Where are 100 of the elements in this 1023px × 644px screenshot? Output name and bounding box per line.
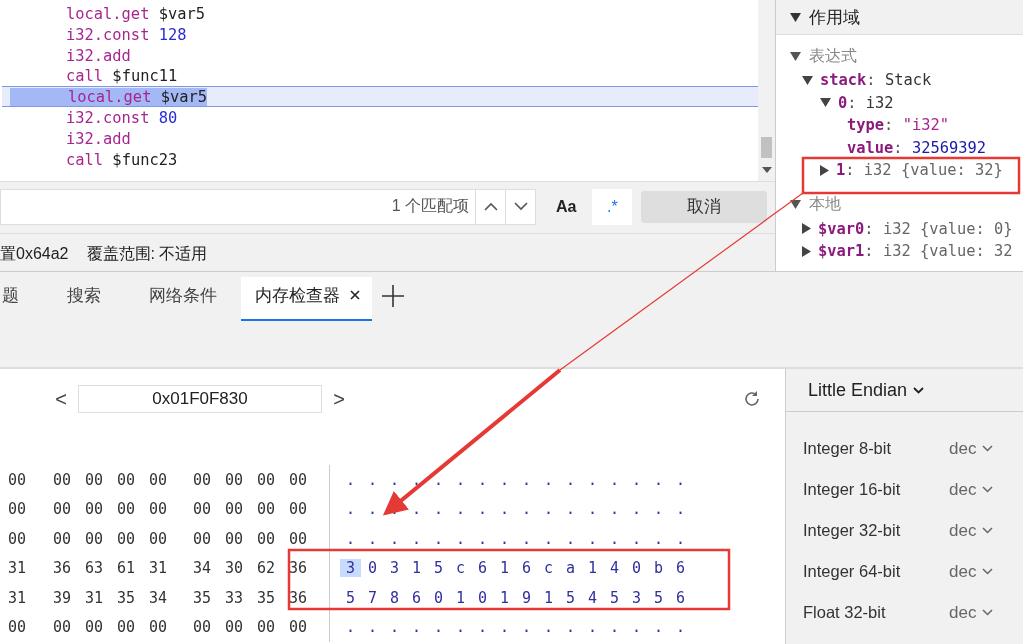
- property-text: type: "i32": [847, 116, 949, 135]
- byte-value: 00: [85, 470, 105, 489]
- close-icon[interactable]: [350, 290, 360, 300]
- code-line: i32.add: [66, 129, 131, 148]
- byte-value: 00: [85, 618, 105, 637]
- expanded-icon[interactable]: [790, 51, 801, 61]
- byte-value: 61: [117, 559, 137, 578]
- byte-value: 31: [149, 559, 169, 578]
- byte-value: 35: [193, 588, 213, 607]
- byte-value: 00: [225, 500, 245, 519]
- byte-value: 33: [225, 588, 245, 607]
- scrollbar-thumb[interactable]: [761, 137, 772, 158]
- expanded-icon[interactable]: [790, 200, 801, 209]
- format-dropdown[interactable]: dec: [949, 479, 994, 500]
- refresh-icon[interactable]: [743, 390, 761, 408]
- byte-value: 00: [289, 618, 309, 637]
- format-dropdown[interactable]: dec: [949, 561, 994, 582]
- value-type-label: Integer 64-bit: [803, 562, 902, 581]
- chevron-down-icon: [982, 609, 994, 616]
- collapsed-icon[interactable]: [820, 164, 829, 176]
- endian-dropdown[interactable]: Little Endian: [808, 379, 925, 401]
- byte-value: 00: [117, 470, 137, 489]
- byte-value: 00: [225, 529, 245, 548]
- chevron-down-icon: [982, 527, 994, 534]
- value-type-label: Float 32-bit: [803, 603, 887, 622]
- next-match-button[interactable]: [506, 188, 536, 225]
- byte-value: 00: [149, 500, 169, 519]
- cancel-button[interactable]: 取消: [641, 190, 768, 223]
- format-dropdown[interactable]: dec: [949, 438, 994, 459]
- address-field[interactable]: 0x01F0F830: [78, 385, 322, 413]
- byte-value: 00: [289, 500, 309, 519]
- scope-title: 作用域: [809, 6, 860, 29]
- byte-value: 00: [7, 470, 28, 489]
- add-tab-icon[interactable]: [382, 285, 404, 307]
- coverage-text: 覆盖范围: 不适用: [86, 244, 208, 263]
- next-page-button[interactable]: >: [328, 387, 350, 411]
- property-text: $var0: i32 {value: 0}: [818, 219, 1013, 238]
- byte-value: 00: [225, 618, 245, 637]
- panel-tab[interactable]: 题: [0, 277, 43, 321]
- ascii-text: ................: [345, 529, 699, 548]
- regex-button[interactable]: .*: [592, 188, 633, 225]
- previous-match-button[interactable]: [476, 188, 506, 225]
- byte-value: 34: [149, 588, 169, 607]
- code-line: i32.const 128: [66, 25, 187, 44]
- byte-value: 62: [257, 559, 277, 578]
- scroll-down-icon[interactable]: [762, 167, 772, 173]
- byte-value: 30: [225, 559, 245, 578]
- expanded-icon[interactable]: [790, 12, 801, 22]
- panel-tab[interactable]: 搜索: [43, 277, 125, 321]
- code-line: call $func11: [66, 67, 178, 86]
- byte-value: 36: [289, 559, 309, 578]
- match-count: 1 个匹配项: [391, 196, 469, 216]
- property-text: value: 32569392: [847, 138, 987, 157]
- section-label[interactable]: 本地: [809, 194, 841, 215]
- chevron-up-icon: [483, 202, 498, 211]
- panel-tab[interactable]: 网络条件: [125, 277, 241, 321]
- byte-value: 36: [289, 588, 309, 607]
- byte-value: 31: [7, 559, 28, 578]
- previous-page-button[interactable]: <: [50, 387, 72, 411]
- code-line: i32.add: [66, 46, 131, 65]
- value-type-label: Integer 8-bit: [803, 439, 893, 458]
- byte-value: 39: [53, 588, 73, 607]
- byte-value: 34: [193, 559, 213, 578]
- scrollbar[interactable]: [758, 0, 775, 181]
- property-text: $var1: i32 {value: 32: [818, 242, 1013, 261]
- search-field[interactable]: 1 个匹配项: [0, 188, 476, 225]
- byte-value: 00: [257, 618, 277, 637]
- format-dropdown[interactable]: dec: [949, 520, 994, 541]
- expanded-icon[interactable]: [820, 98, 831, 108]
- ascii-text: ................: [345, 618, 699, 637]
- byte-value: 00: [289, 470, 309, 489]
- byte-value: 35: [117, 588, 137, 607]
- match-case-button[interactable]: Aa: [556, 197, 577, 216]
- code-line: call $func23: [66, 150, 178, 169]
- chevron-down-icon: [982, 568, 994, 575]
- byte-value: 00: [225, 470, 245, 489]
- format-dropdown[interactable]: dec: [949, 602, 994, 623]
- byte-value: 00: [149, 529, 169, 548]
- byte-value: 00: [53, 529, 73, 548]
- byte-value: 00: [193, 529, 213, 548]
- collapsed-icon[interactable]: [802, 245, 811, 257]
- byte-value: 00: [7, 500, 28, 519]
- chevron-down-icon: [913, 386, 925, 394]
- panel-tab[interactable]: 内存检查器: [241, 277, 372, 321]
- scope-header[interactable]: 作用域: [776, 0, 1023, 35]
- byte-value: 00: [289, 529, 309, 548]
- expanded-icon[interactable]: [802, 75, 813, 85]
- byte-value: 00: [117, 618, 137, 637]
- byte-value: 63: [85, 559, 105, 578]
- byte-value: 00: [53, 500, 73, 519]
- byte-value: 00: [193, 500, 213, 519]
- byte-value: 00: [117, 529, 137, 548]
- collapsed-icon[interactable]: [802, 223, 811, 235]
- ascii-text: ................: [345, 470, 699, 489]
- section-label[interactable]: 表达式: [809, 45, 857, 67]
- position-text: 置0x64a2: [0, 244, 69, 263]
- byte-value: 35: [257, 588, 277, 607]
- byte-value: 00: [7, 529, 28, 548]
- byte-value: 00: [149, 618, 169, 637]
- byte-value: 00: [193, 470, 213, 489]
